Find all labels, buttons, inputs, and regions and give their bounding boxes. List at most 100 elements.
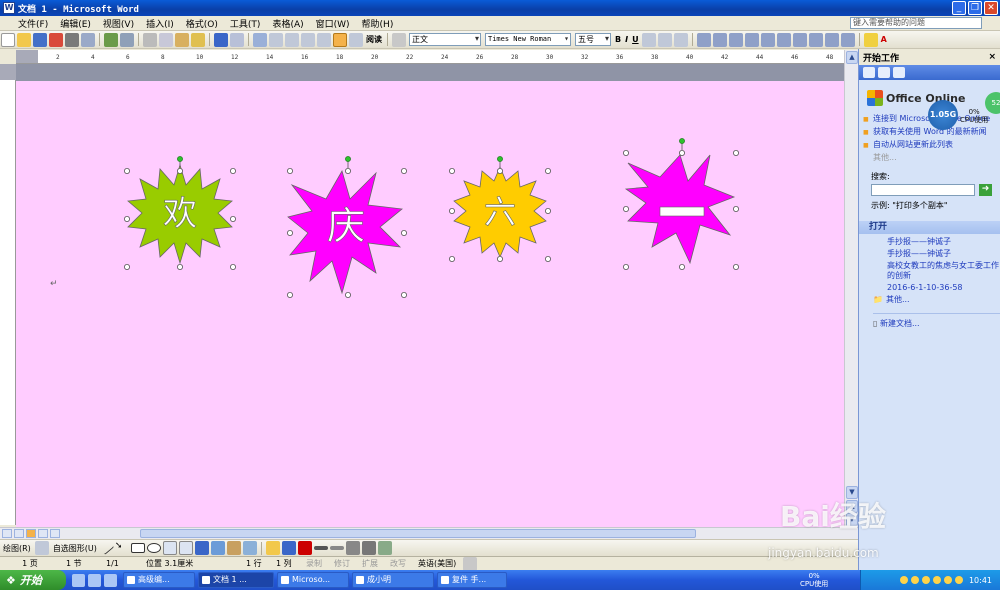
columns-icon[interactable]	[317, 32, 331, 47]
maximize-button[interactable]: ❐	[968, 1, 982, 15]
resize-handle[interactable]	[230, 216, 237, 223]
outline-view-button[interactable]	[38, 529, 48, 538]
textbox-icon[interactable]	[162, 541, 177, 555]
tray-icon[interactable]	[899, 576, 908, 584]
line-color-icon[interactable]	[281, 541, 296, 555]
wordart-icon[interactable]	[194, 541, 209, 555]
draw-menu-button[interactable]: 绘图(R)	[3, 543, 31, 554]
resize-handle[interactable]	[679, 149, 686, 156]
vertical-ruler[interactable]	[0, 64, 16, 525]
explosion-shape-huan[interactable]: 欢	[122, 155, 238, 271]
resize-handle[interactable]	[679, 264, 686, 271]
vertical-textbox-icon[interactable]	[178, 541, 193, 555]
resize-handle[interactable]	[401, 230, 408, 237]
tray-icon[interactable]	[954, 576, 963, 584]
select-objects-icon[interactable]	[34, 541, 49, 555]
resize-handle[interactable]	[623, 206, 629, 213]
shadow-style-icon[interactable]	[361, 541, 376, 555]
insert-excel-icon[interactable]	[301, 32, 315, 47]
close-button[interactable]: ✕	[984, 1, 998, 15]
recent-file-link[interactable]: 手抄报——钟诚子	[887, 249, 1000, 259]
taskbar-item-active[interactable]: 文档 1 ...	[198, 572, 274, 588]
numbering-icon[interactable]	[792, 32, 807, 47]
ruler-corner[interactable]	[0, 50, 16, 64]
scroll-up-button[interactable]: ▲	[846, 51, 858, 64]
arrow-style-icon[interactable]	[345, 541, 360, 555]
forward-icon[interactable]	[878, 67, 890, 78]
align-center-icon[interactable]	[712, 32, 727, 47]
print-preview-icon[interactable]	[81, 32, 95, 47]
resize-handle[interactable]	[287, 291, 293, 298]
resize-handle[interactable]	[545, 167, 552, 174]
document-map-icon[interactable]	[349, 32, 363, 47]
bold-button[interactable]: B	[615, 35, 621, 44]
menu-format[interactable]: 格式(O)	[180, 17, 224, 30]
tables-borders-icon[interactable]	[269, 32, 283, 47]
drawing-icon[interactable]	[333, 32, 347, 47]
explosion-shape-yi[interactable]: 一	[620, 137, 744, 271]
distributed-icon[interactable]	[760, 32, 775, 47]
resize-handle[interactable]	[733, 149, 740, 156]
font-color-icon[interactable]	[297, 541, 312, 555]
resize-handle[interactable]	[733, 206, 740, 213]
undo-icon[interactable]	[214, 32, 228, 47]
resize-handle[interactable]	[287, 230, 293, 237]
char-scale-icon[interactable]	[673, 32, 688, 47]
line-icon[interactable]	[99, 541, 115, 555]
style-select[interactable]: 正文	[409, 33, 481, 46]
recent-file-link[interactable]: 高校女教工的焦虑与女工委工作的创新	[887, 261, 1000, 281]
cut-icon[interactable]	[143, 32, 157, 47]
char-border-icon[interactable]	[641, 32, 656, 47]
font-color-button[interactable]: A	[881, 35, 887, 44]
diagram-icon[interactable]	[210, 541, 225, 555]
status-revise[interactable]: 修订	[328, 558, 356, 569]
font-select[interactable]: Times New Roman	[485, 33, 571, 46]
resize-handle[interactable]	[124, 264, 130, 271]
arrow-icon[interactable]: ➘	[115, 541, 129, 555]
italic-button[interactable]: I	[625, 35, 628, 44]
taskbar-item[interactable]: 高级编...	[123, 572, 195, 588]
rotate-handle[interactable]	[679, 138, 685, 144]
tray-icon[interactable]	[932, 576, 941, 584]
resize-handle[interactable]	[545, 256, 552, 263]
resize-handle[interactable]	[401, 291, 408, 298]
recent-file-link[interactable]: 2016-6-1-10-36-58	[887, 283, 1000, 293]
hyperlink-icon[interactable]	[253, 32, 267, 47]
rotate-handle[interactable]	[345, 156, 351, 162]
resize-handle[interactable]	[497, 167, 504, 174]
new-document-link[interactable]: 新建文档...	[873, 313, 1000, 329]
dash-style-icon[interactable]	[329, 546, 344, 550]
status-overwrite[interactable]: 改写	[384, 558, 412, 569]
scroll-thumb[interactable]	[140, 529, 696, 538]
menu-help[interactable]: 帮助(H)	[356, 17, 400, 30]
document-page[interactable]: ↵ 欢 庆 六 一	[16, 81, 844, 527]
align-left-icon[interactable]	[696, 32, 711, 47]
permission-icon[interactable]	[49, 32, 63, 47]
styles-icon[interactable]	[392, 32, 406, 47]
autoshapes-menu-button[interactable]: 自选图形(U)	[53, 543, 97, 554]
resize-handle[interactable]	[124, 167, 130, 174]
font-size-select[interactable]: 五号	[575, 33, 611, 46]
home-icon[interactable]	[893, 67, 905, 78]
resize-handle[interactable]	[287, 167, 293, 174]
task-pane-close-button[interactable]: ×	[988, 52, 996, 62]
paste-icon[interactable]	[175, 32, 189, 47]
menu-edit[interactable]: 编辑(E)	[54, 17, 97, 30]
resize-handle[interactable]	[345, 167, 352, 174]
redo-icon[interactable]	[230, 32, 244, 47]
menu-insert[interactable]: 插入(I)	[140, 17, 180, 30]
resize-handle[interactable]	[497, 256, 504, 263]
task-pane-search-input[interactable]	[871, 184, 975, 196]
resize-handle[interactable]	[401, 167, 408, 174]
tray-icon[interactable]	[910, 576, 919, 584]
print-view-button[interactable]	[26, 529, 36, 538]
tray-icon[interactable]	[921, 576, 930, 584]
new-document-icon[interactable]	[1, 32, 15, 47]
quick-launch-icon[interactable]	[72, 573, 85, 587]
horizontal-ruler[interactable]: 2 4 6 8 10 12 14 16 18 20 22 24 26 28 30 32 36 38 40 42 44 46…	[16, 50, 856, 64]
recent-file-link[interactable]: 手抄报——钟诚子	[887, 237, 1000, 247]
tray-icon[interactable]	[943, 576, 952, 584]
link-auto-update[interactable]: 自动从网站更新此列表	[863, 140, 1000, 151]
highlight-icon[interactable]	[863, 32, 878, 47]
line-style-icon[interactable]	[313, 546, 328, 550]
